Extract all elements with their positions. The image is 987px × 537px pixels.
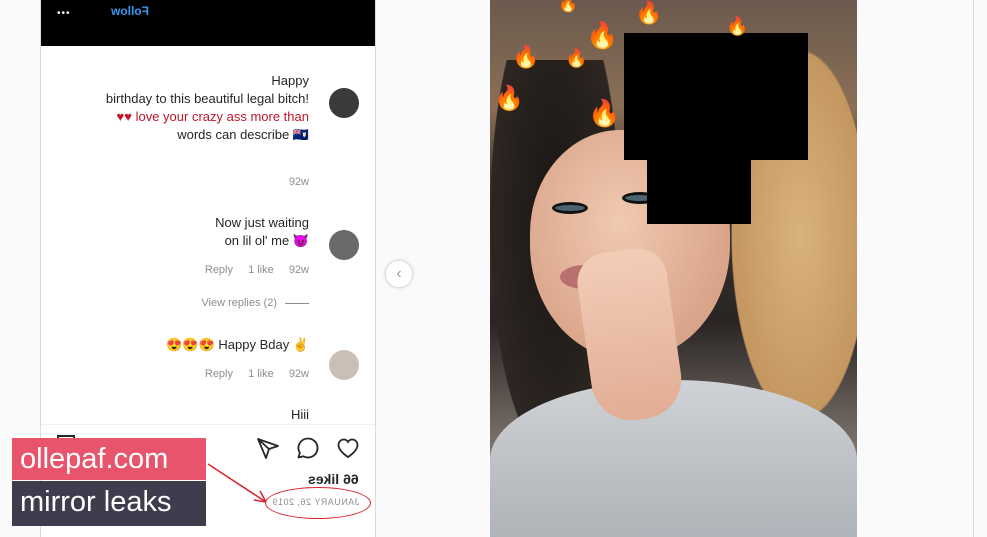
comment-meta: 92w (277, 176, 309, 188)
fire-icon: 🔥 (494, 85, 524, 112)
fire-icon: 🔥 (635, 0, 663, 25)
photo-eye-left (552, 202, 588, 214)
divider-line (285, 302, 309, 304)
fire-icon: 🔥 (558, 0, 578, 13)
date-highlight-ellipse (265, 487, 371, 519)
comment-text: Happy birthday to this beautiful legal b… (59, 72, 309, 144)
comment-likes[interactable]: 1 like (248, 264, 274, 276)
commenter-avatar[interactable] (329, 230, 359, 260)
comment-line: Hiii (290, 407, 309, 422)
commenter-avatar[interactable] (329, 88, 359, 118)
fire-icon: 🔥 (565, 48, 588, 68)
fire-icon: 🔥 (726, 16, 749, 36)
comment-line: ♥♥ love your crazy ass more than (116, 109, 309, 124)
censor-block (647, 160, 751, 224)
view-replies-link[interactable]: View replies (2) (201, 297, 309, 309)
comment-text: 😍😍😍 Happy Bday ✌ (59, 336, 309, 354)
reply-link[interactable]: Reply (205, 368, 233, 380)
comment-line: on lil ol' me 😈 (224, 233, 309, 248)
comment-time[interactable]: 92w (289, 176, 309, 188)
comment-line: 😍😍😍 Happy Bday ✌ (166, 337, 309, 352)
share-icon[interactable] (255, 435, 281, 461)
comment-time[interactable]: 92w (289, 368, 309, 380)
watermark-site: ollepaf.com (12, 438, 206, 480)
view-replies-label: View replies (2) (201, 297, 277, 309)
chevron-left-icon: ‹ (396, 265, 402, 282)
comment-meta: Reply 1 like 92w (193, 368, 309, 380)
fire-icon: 🔥 (586, 20, 619, 50)
right-border (973, 0, 974, 537)
post-photo[interactable]: 🔥 🔥 🔥 🔥 🔥 🔥 🔥 🔥 (490, 0, 857, 537)
photo-shirt (490, 380, 857, 537)
watermark-tagline: mirror leaks (12, 481, 206, 526)
commenter-avatar[interactable] (329, 350, 359, 380)
censor-block (624, 33, 808, 160)
annotation-arrow (207, 463, 267, 503)
fire-icon: 🔥 (512, 44, 540, 69)
likes-count[interactable]: 66 likes (308, 471, 359, 487)
comment-icon[interactable] (295, 435, 321, 461)
comment-line: birthday to this beautiful legal bitch! (105, 91, 309, 106)
post-header: ••• Follow (41, 0, 375, 46)
follow-button[interactable]: Follow (111, 4, 149, 18)
comment-text: Hiii (59, 406, 309, 424)
fire-icon: 🔥 (588, 98, 621, 128)
prev-photo-button[interactable]: ‹ (385, 260, 413, 288)
comment-line: Now just waiting (215, 215, 309, 230)
options-icon[interactable]: ••• (57, 8, 71, 19)
comment-line: Happy (271, 73, 309, 88)
action-icons (255, 435, 361, 461)
comment-likes[interactable]: 1 like (248, 368, 274, 380)
comment-line: words can describe 🇦🇮 (177, 127, 309, 142)
comment-time[interactable]: 92w (289, 264, 309, 276)
comment-meta: Reply 1 like 92w (193, 264, 309, 276)
likes-text: 66 likes (308, 471, 359, 487)
comment-text: Now just waiting on lil ol' me 😈 (59, 214, 309, 250)
heart-icon[interactable] (335, 435, 361, 461)
reply-link[interactable]: Reply (205, 264, 233, 276)
